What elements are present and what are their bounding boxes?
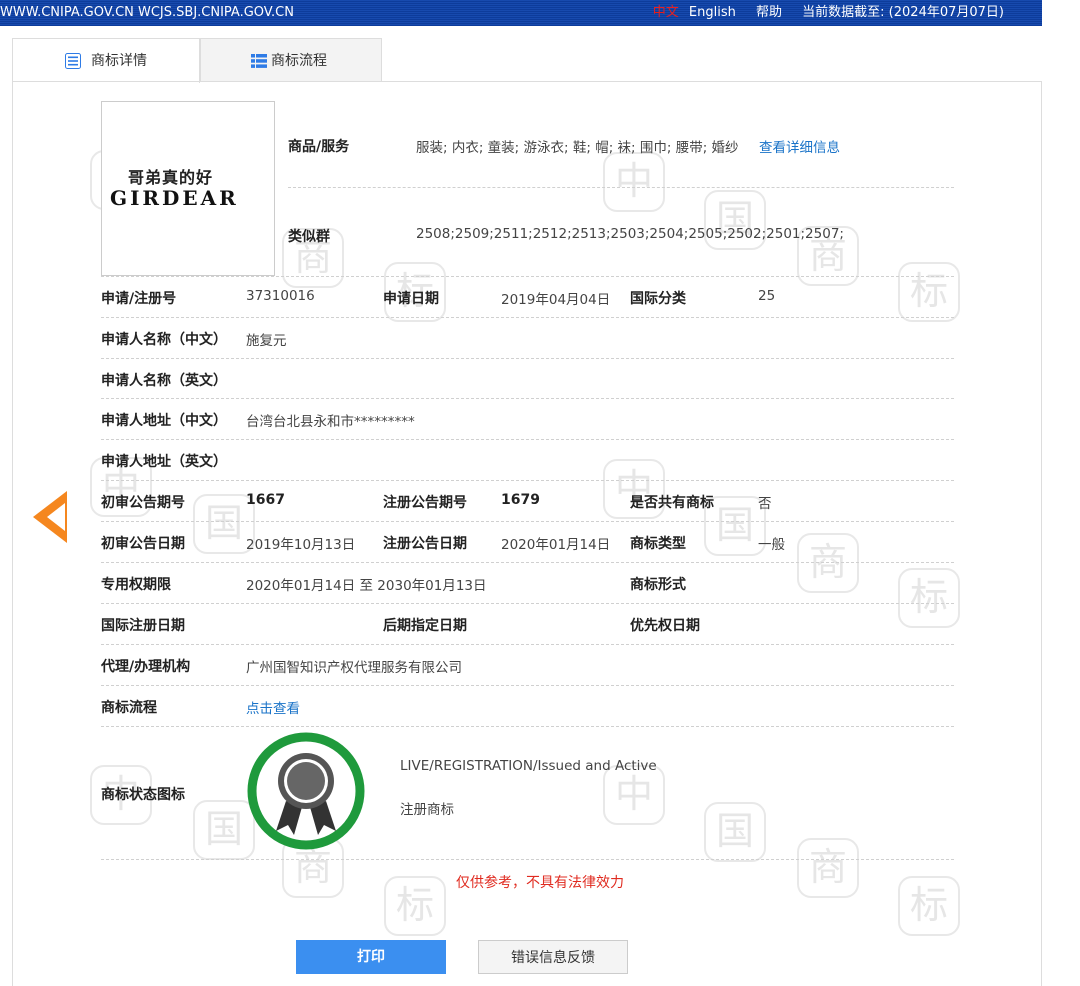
goods-value: 服装; 内衣; 童装; 游泳衣; 鞋; 帽; 袜; 围巾; 腰带; 婚纱 xyxy=(416,140,739,156)
grid-list-icon xyxy=(251,54,267,68)
shared-label: 是否共有商标 xyxy=(630,495,714,511)
status-icon-label: 商标状态图标 xyxy=(101,787,185,803)
feedback-button[interactable]: 错误信息反馈 xyxy=(478,940,628,974)
divider xyxy=(101,358,954,359)
trademark-image: 哥弟真的好 GIRDEAR xyxy=(101,101,275,276)
watermark: 国 xyxy=(704,802,766,862)
list-icon xyxy=(65,53,81,69)
divider xyxy=(101,603,954,604)
divider xyxy=(101,562,954,563)
applicant-cn-label: 申请人名称（中文） xyxy=(101,332,227,348)
reg-pub-no-value: 1679 xyxy=(501,492,540,508)
applicant-cn-value: 施复元 xyxy=(246,333,287,349)
divider xyxy=(101,521,954,522)
later-date-label: 后期指定日期 xyxy=(383,618,467,634)
divider xyxy=(101,726,954,727)
apply-date-value: 2019年04月04日 xyxy=(501,292,611,308)
lang-chinese-link[interactable]: 中文 xyxy=(653,5,679,20)
watermark: 标 xyxy=(898,262,960,322)
tm-form-label: 商标形式 xyxy=(630,577,686,593)
divider xyxy=(101,859,954,860)
intl-class-label: 国际分类 xyxy=(630,291,686,307)
similar-group-label: 类似群 xyxy=(288,229,330,245)
divider xyxy=(101,398,954,399)
term-value: 2020年01月14日 至 2030年01月13日 xyxy=(246,578,487,594)
tab-trademark-flow[interactable]: 商标流程 xyxy=(200,38,382,82)
data-date: 当前数据截至: (2024年07月07日) xyxy=(802,5,1004,20)
reg-pub-date-label: 注册公告日期 xyxy=(383,536,467,552)
prelim-no-label: 初审公告期号 xyxy=(101,495,185,511)
divider xyxy=(101,644,954,645)
apply-date-label: 申请日期 xyxy=(383,291,439,307)
watermark: 标 xyxy=(898,568,960,628)
divider xyxy=(101,276,954,277)
reg-pub-date-value: 2020年01月14日 xyxy=(501,537,611,553)
priority-date-label: 优先权日期 xyxy=(630,618,700,634)
prelim-date-value: 2019年10月13日 xyxy=(246,537,356,553)
address-cn-label: 申请人地址（中文） xyxy=(101,413,227,429)
applicant-en-label: 申请人名称（英文） xyxy=(101,373,227,389)
prelim-no-value: 1667 xyxy=(246,492,285,508)
watermark: 中 xyxy=(603,765,665,825)
shared-value: 否 xyxy=(758,496,772,512)
registered-status-icon xyxy=(247,732,365,850)
status-english: LIVE/REGISTRATION/Issued and Active xyxy=(400,758,657,774)
similar-group-value: 2508;2509;2511;2512;2513;2503;2504;2505;… xyxy=(416,226,844,242)
divider xyxy=(101,439,954,440)
intl-reg-date-label: 国际注册日期 xyxy=(101,618,185,634)
divider xyxy=(101,317,954,318)
status-chinese: 注册商标 xyxy=(400,802,454,818)
back-arrow-icon[interactable] xyxy=(33,491,67,543)
address-en-label: 申请人地址（英文） xyxy=(101,454,227,470)
site-links[interactable]: WWW.CNIPA.GOV.CN WCJS.SBJ.CNIPA.GOV.CN xyxy=(0,0,294,26)
reg-no-value: 37310016 xyxy=(246,288,315,304)
view-details-link[interactable]: 查看详细信息 xyxy=(759,136,840,156)
top-bar: WWW.CNIPA.GOV.CN WCJS.SBJ.CNIPA.GOV.CN 中… xyxy=(0,0,1042,26)
view-flow-link[interactable]: 点击查看 xyxy=(246,697,300,717)
logo-english-text: GIRDEAR xyxy=(110,186,239,210)
watermark: 商 xyxy=(797,533,859,593)
print-button[interactable]: 打印 xyxy=(296,940,446,974)
legal-notice: 仅供参考，不具有法律效力 xyxy=(456,875,624,891)
agent-label: 代理/办理机构 xyxy=(101,659,191,675)
tm-type-label: 商标类型 xyxy=(630,536,686,552)
lang-english-link[interactable]: English xyxy=(689,5,736,20)
tm-type-value: 一般 xyxy=(758,537,785,553)
help-link[interactable]: 帮助 xyxy=(756,5,782,20)
prelim-date-label: 初审公告日期 xyxy=(101,536,185,552)
term-label: 专用权期限 xyxy=(101,577,171,593)
reg-no-label: 申请/注册号 xyxy=(101,291,177,307)
logo-chinese-text: 哥弟真的好 xyxy=(128,168,214,187)
flow-label: 商标流程 xyxy=(101,700,157,716)
agent-value: 广州国智知识产权代理服务有限公司 xyxy=(246,660,462,676)
watermark: 中 xyxy=(603,152,665,212)
address-cn-value: 台湾台北县永和市********* xyxy=(246,414,415,430)
tab-trademark-details[interactable]: 商标详情 xyxy=(12,38,200,83)
intl-class-value: 25 xyxy=(758,288,776,304)
divider xyxy=(101,480,954,481)
divider xyxy=(288,187,954,188)
reg-pub-no-label: 注册公告期号 xyxy=(383,495,467,511)
divider xyxy=(101,685,954,686)
goods-label: 商品/服务 xyxy=(288,139,350,155)
